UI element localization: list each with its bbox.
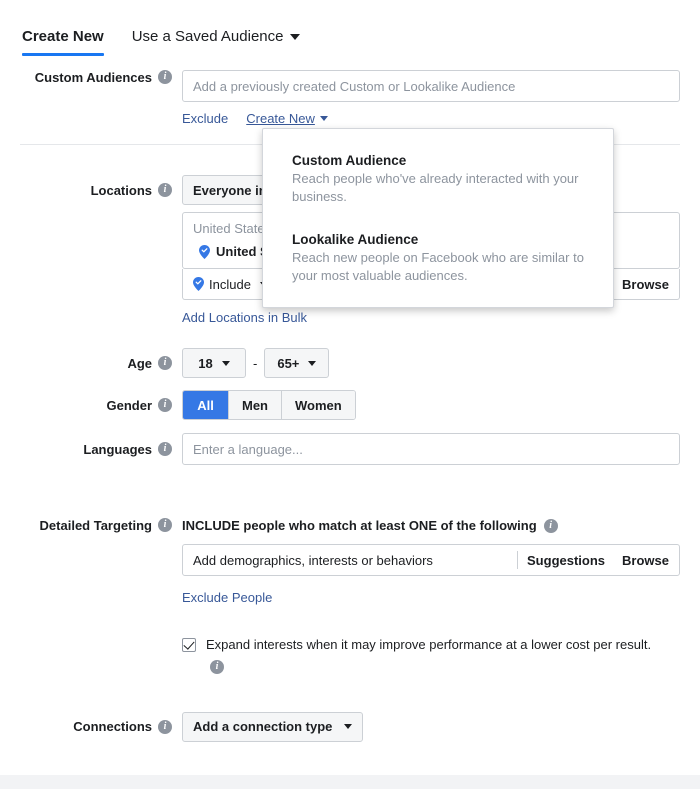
- age-field: 18 - 65+: [182, 348, 680, 378]
- gender-option-all[interactable]: All: [183, 391, 229, 419]
- exclude-people-link[interactable]: Exclude People: [182, 590, 272, 605]
- chevron-down-icon: [308, 360, 317, 366]
- custom-audiences-field: Add a previously created Custom or Looka…: [182, 70, 680, 126]
- info-icon[interactable]: i: [158, 442, 172, 456]
- connections-row: Connections i Add a connection type: [0, 711, 700, 742]
- create-new-audience-menu: Custom Audience Reach people who've alre…: [262, 128, 614, 309]
- gender-field: All Men Women: [182, 390, 680, 420]
- info-icon[interactable]: i: [158, 518, 172, 532]
- chevron-down-icon: [319, 116, 328, 121]
- info-icon[interactable]: i: [158, 398, 172, 412]
- expand-interests-row: Expand interests when it may improve per…: [182, 636, 657, 674]
- age-label: Age i: [0, 348, 182, 370]
- custom-audiences-row: Custom Audiences i Add a previously crea…: [0, 70, 700, 126]
- menu-item-lookalike-audience-title: Lookalike Audience: [292, 232, 419, 248]
- age-min-value: 18: [198, 355, 213, 371]
- info-icon[interactable]: i: [158, 183, 172, 197]
- detailed-targeting-label-text: Detailed Targeting: [39, 517, 152, 533]
- map-pin-icon: [193, 277, 204, 291]
- location-include-select[interactable]: Include: [193, 277, 268, 292]
- connections-label-text: Connections: [73, 719, 152, 735]
- detailed-targeting-heading-text: INCLUDE people who match at least ONE of…: [182, 518, 537, 533]
- detailed-targeting-placeholder: Add demographics, interests or behaviors: [193, 552, 433, 568]
- tab-use-saved-audience[interactable]: Use a Saved Audience: [132, 28, 301, 56]
- expand-interests-label: Expand interests when it may improve per…: [206, 636, 657, 674]
- custom-audiences-label-text: Custom Audiences: [34, 69, 152, 85]
- expand-interests-checkbox[interactable]: [182, 638, 196, 652]
- detailed-targeting-input[interactable]: Add demographics, interests or behaviors…: [182, 544, 680, 576]
- exclude-people-row: Exclude People: [182, 589, 680, 607]
- menu-item-custom-audience[interactable]: Custom Audience Reach people who've alre…: [263, 146, 613, 212]
- age-row: Age i 18 - 65+: [0, 348, 700, 378]
- menu-separator: [263, 212, 613, 225]
- detailed-targeting-field: INCLUDE people who match at least ONE of…: [182, 517, 680, 674]
- menu-item-custom-audience-title: Custom Audience: [292, 153, 407, 168]
- languages-input[interactable]: Enter a language...: [182, 433, 680, 465]
- languages-label: Languages i: [0, 433, 182, 456]
- info-icon[interactable]: i: [158, 70, 172, 84]
- gender-row: Gender i All Men Women: [0, 390, 700, 420]
- languages-placeholder: Enter a language...: [193, 441, 303, 457]
- suggestions-button[interactable]: Suggestions: [527, 553, 605, 568]
- info-icon[interactable]: i: [158, 719, 172, 734]
- location-include-label: Include: [209, 276, 251, 292]
- locations-label-text: Locations: [90, 182, 152, 198]
- tab-use-saved-audience-label: Use a Saved Audience: [131, 28, 284, 45]
- age-label-text: Age: [127, 355, 152, 371]
- detailed-targeting-browse-button[interactable]: Browse: [622, 553, 669, 568]
- age-max-value: 65+: [277, 355, 300, 371]
- gender-option-women[interactable]: Women: [282, 391, 355, 419]
- exclude-link[interactable]: Exclude: [182, 111, 228, 126]
- age-min-select[interactable]: 18: [182, 348, 246, 378]
- tab-create-new-label: Create New: [22, 28, 104, 45]
- divider-vertical: [517, 551, 519, 569]
- menu-item-custom-audience-description: Reach people who've already interacted w…: [292, 171, 579, 204]
- age-max-select[interactable]: 65+: [264, 348, 330, 378]
- chevron-down-icon: [290, 33, 301, 40]
- add-locations-in-bulk-link[interactable]: Add Locations in Bulk: [182, 310, 307, 325]
- chevron-down-icon: [221, 360, 230, 366]
- gender-label-text: Gender: [106, 397, 152, 413]
- gender-segmented-control: All Men Women: [182, 390, 356, 420]
- locations-label: Locations i: [0, 175, 182, 197]
- custom-audiences-actions: Exclude Create New: [182, 111, 680, 126]
- chevron-down-icon: [344, 724, 353, 730]
- languages-field: Enter a language...: [182, 433, 680, 465]
- locations-bulk-row: Add Locations in Bulk: [182, 309, 680, 327]
- gender-option-men[interactable]: Men: [229, 391, 282, 419]
- locations-browse-button[interactable]: Browse: [622, 277, 669, 292]
- custom-audiences-input[interactable]: Add a previously created Custom or Looka…: [182, 70, 680, 102]
- audience-tabs: Create New Use a Saved Audience: [0, 0, 700, 56]
- gender-label: Gender i: [0, 390, 182, 412]
- tab-create-new[interactable]: Create New: [22, 28, 104, 56]
- bottom-bar: [0, 775, 700, 789]
- info-icon[interactable]: i: [543, 518, 558, 533]
- detailed-targeting-heading: INCLUDE people who match at least ONE of…: [182, 518, 680, 533]
- connections-field: Add a connection type: [182, 711, 680, 742]
- detailed-targeting-label: Detailed Targeting i: [0, 517, 182, 532]
- info-icon[interactable]: i: [210, 659, 224, 674]
- languages-label-text: Languages: [83, 441, 152, 457]
- detailed-targeting-row: Detailed Targeting i INCLUDE people who …: [0, 517, 700, 674]
- create-new-audience-dropdown[interactable]: Create New: [246, 111, 328, 126]
- expand-interests-text: Expand interests when it may improve per…: [206, 637, 652, 652]
- add-connection-type-label: Add a connection type: [193, 719, 333, 735]
- custom-audiences-label: Custom Audiences i: [0, 70, 182, 84]
- add-connection-type-button[interactable]: Add a connection type: [182, 711, 364, 742]
- languages-row: Languages i Enter a language...: [0, 433, 700, 465]
- map-pin-icon: [199, 244, 210, 259]
- age-range-separator: -: [253, 355, 258, 371]
- menu-item-lookalike-audience-description: Reach new people on Facebook who are sim…: [292, 250, 584, 283]
- connections-label: Connections i: [0, 712, 182, 734]
- info-icon[interactable]: i: [158, 356, 172, 370]
- custom-audiences-placeholder: Add a previously created Custom or Looka…: [193, 78, 516, 94]
- create-new-link[interactable]: Create New: [246, 111, 315, 126]
- menu-item-lookalike-audience[interactable]: Lookalike Audience Reach new people on F…: [263, 225, 613, 291]
